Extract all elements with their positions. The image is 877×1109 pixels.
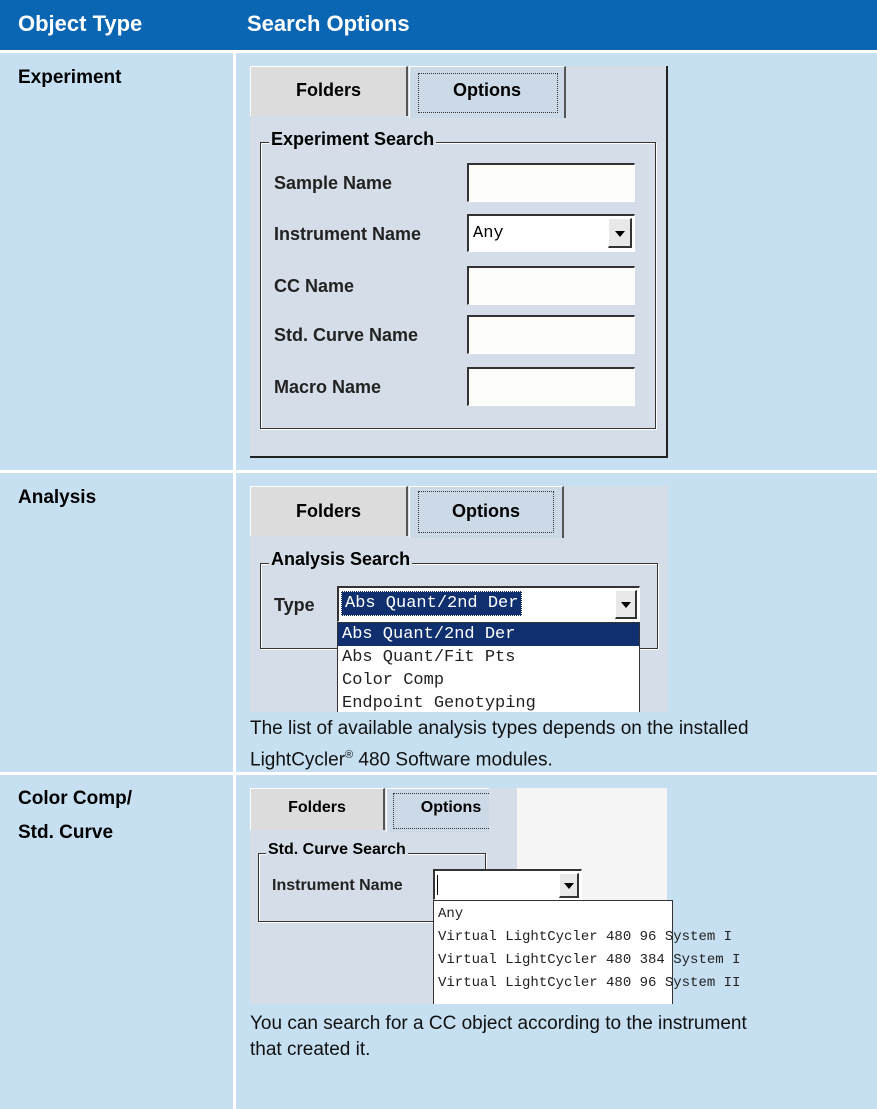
tab-options[interactable]: Options xyxy=(409,486,564,538)
list-item[interactable]: Endpoint Genotyping xyxy=(338,692,639,715)
colorcomp-note-line1: You can search for a CC object according… xyxy=(250,1013,747,1034)
tab-options[interactable]: Options xyxy=(409,66,566,118)
list-item[interactable]: Abs Quant/2nd Der xyxy=(338,623,639,646)
analysis-search-title: Analysis Search xyxy=(269,549,413,570)
list-item[interactable]: Any xyxy=(434,903,672,926)
analysis-type-dropdown-button[interactable] xyxy=(615,590,637,619)
std-curve-name-label: Std. Curve Name xyxy=(274,325,419,345)
experiment-options-window: Folders Options Experiment Search Sample… xyxy=(250,66,668,458)
instrument-name-value: Any xyxy=(473,224,504,243)
tab-options-label: Options xyxy=(453,80,521,100)
sample-name-label: Sample Name xyxy=(274,173,393,193)
tab-folders-label: Folders xyxy=(288,799,346,816)
list-item[interactable]: Virtual LightCycler 480 384 System I xyxy=(434,949,740,972)
colorcomp-label-line2: Std. Curve xyxy=(18,822,114,843)
analysis-label-cell: Analysis xyxy=(0,473,233,772)
tab-folders-label: Folders xyxy=(295,501,361,521)
analysis-type-value: Abs Quant/2nd Der xyxy=(341,591,523,616)
colorcomp-note-line2: that created it. xyxy=(250,1039,371,1060)
analysis-type-list: Abs Quant/2nd Der Abs Quant/Fit Pts Colo… xyxy=(337,622,640,715)
list-item[interactable]: Virtual LightCycler 480 96 System II xyxy=(434,972,740,995)
list-item[interactable]: Abs Quant/Fit Pts xyxy=(338,646,639,669)
list-item[interactable]: Virtual LightCycler 480 96 System I xyxy=(434,926,732,949)
text-cursor xyxy=(437,875,438,895)
chevron-down-icon xyxy=(564,883,574,889)
experiment-label: Experiment xyxy=(18,67,122,88)
analysis-note-line2: LightCycler® 480 Software modules. xyxy=(250,742,870,773)
colorcomp-screenshot: Folders Options Std. Curve Search Instru… xyxy=(250,788,740,1004)
tab-folders[interactable]: Folders xyxy=(250,66,408,116)
colorcomp-label-cell: Color Comp/ Std. Curve xyxy=(0,775,233,1109)
tab-folders[interactable]: Folders xyxy=(250,486,408,536)
macro-name-label: Macro Name xyxy=(274,377,382,397)
registered-mark: ® xyxy=(345,749,354,761)
instrument-name-select[interactable] xyxy=(433,869,582,900)
tab-folders[interactable]: Folders xyxy=(250,788,385,830)
sample-name-field[interactable] xyxy=(467,163,635,202)
note-brand: LightCycler xyxy=(250,749,346,771)
macro-name-field[interactable] xyxy=(467,367,635,406)
std-curve-search-title: Std. Curve Search xyxy=(266,841,408,859)
cc-name-label: CC Name xyxy=(274,276,355,296)
instrument-name-select[interactable]: Any xyxy=(467,214,635,252)
analysis-note-line1: The list of available analysis types dep… xyxy=(250,718,749,739)
note-rest: 480 Software modules. xyxy=(353,749,553,771)
instrument-name-label: Instrument Name xyxy=(272,877,403,894)
cc-name-field[interactable] xyxy=(467,266,635,305)
experiment-options-cell: Folders Options Experiment Search Sample… xyxy=(236,53,877,470)
experiment-label-cell: Experiment xyxy=(0,53,233,470)
std-curve-name-field[interactable] xyxy=(467,315,635,354)
analysis-options-window: Folders Options Analysis Search Type Abs… xyxy=(250,486,668,715)
table-header: Object Type Search Options xyxy=(0,0,877,50)
tab-folders-label: Folders xyxy=(295,80,361,100)
instrument-name-label: Instrument Name xyxy=(274,224,422,244)
header-object-type: Object Type xyxy=(18,11,143,36)
experiment-search-title: Experiment Search xyxy=(269,129,437,150)
header-search-options: Search Options xyxy=(247,11,410,36)
analysis-options-cell: Folders Options Analysis Search Type Abs… xyxy=(236,473,877,772)
instrument-list: Any Virtual LightCycler 480 96 System I … xyxy=(433,900,740,1004)
tab-options-label: Options xyxy=(452,501,520,521)
type-label: Type xyxy=(274,595,315,615)
instrument-dropdown-button[interactable] xyxy=(559,873,579,898)
chevron-down-icon xyxy=(615,231,625,237)
list-item[interactable]: Color Comp xyxy=(338,669,639,692)
chevron-down-icon xyxy=(621,602,631,608)
colorcomp-note: You can search for a CC object according… xyxy=(250,1011,870,1063)
colorcomp-options-cell: Folders Options Std. Curve Search Instru… xyxy=(236,775,877,1109)
colorcomp-label-line1: Color Comp/ xyxy=(18,788,132,809)
analysis-note: The list of available analysis types dep… xyxy=(250,716,870,773)
analysis-type-select[interactable]: Abs Quant/2nd Der xyxy=(337,586,640,622)
analysis-label: Analysis xyxy=(18,487,97,508)
instrument-dropdown-button[interactable] xyxy=(608,218,632,248)
